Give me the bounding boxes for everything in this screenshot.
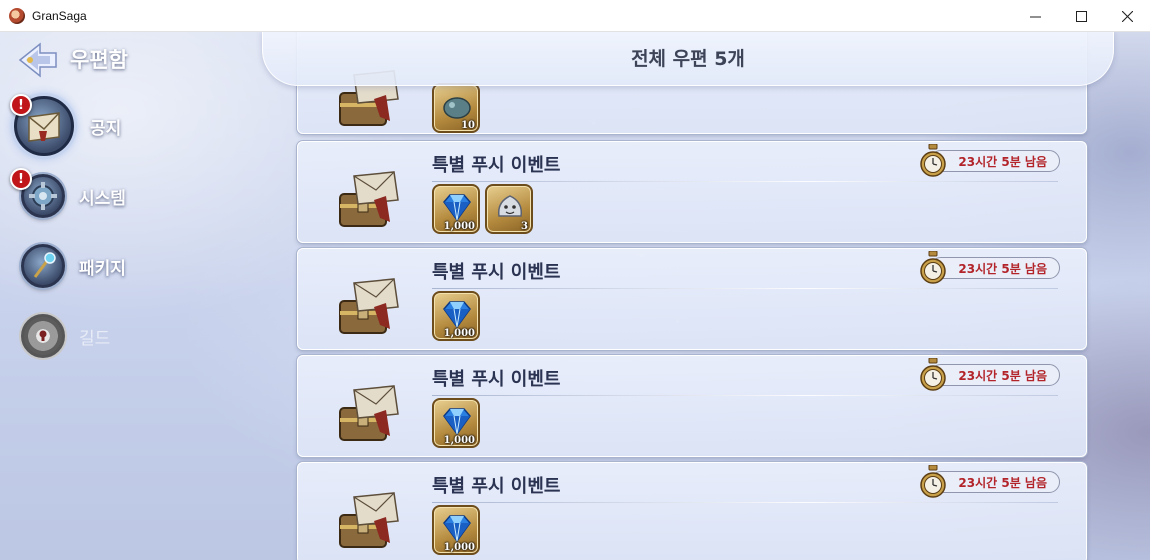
mailbox-screen: 우편함 전체 우편 5개 ! 공지 ! 시스템 패키지 길드 10 특별 푸시 …: [0, 32, 1150, 560]
blue-diamond-icon: [443, 194, 471, 222]
mail-card[interactable]: 특별 푸시 이벤트 1,000 23시간 5분 남음: [297, 462, 1087, 560]
item-count: 10: [461, 120, 475, 131]
mail-title: 특별 푸시 이벤트: [432, 155, 561, 176]
mech-gear-icon: [29, 182, 57, 210]
divider: [432, 288, 1058, 289]
reward-item[interactable]: 1,000: [432, 398, 480, 448]
mail-card[interactable]: 특별 푸시 이벤트 1,000 23시간 5분 남음: [297, 355, 1087, 457]
sidebar-item-label: 길드: [79, 328, 111, 349]
close-button[interactable]: [1104, 0, 1150, 32]
reward-items: 1,000: [432, 505, 480, 555]
keyhole-icon: [39, 330, 47, 341]
reward-items: 1,000: [432, 398, 480, 448]
mail-count-title: 전체 우편 5개: [631, 48, 745, 70]
sidebar-item-guild[interactable]: 길드: [21, 314, 110, 358]
minimize-button[interactable]: [1012, 0, 1058, 32]
envelope-icon: [28, 112, 60, 142]
timer-text: 23시간 5분 남음: [958, 475, 1047, 490]
minimize-icon: [1029, 16, 1041, 17]
alert-badge: !: [10, 94, 32, 116]
blue-diamond-icon: [443, 408, 471, 436]
mail-card[interactable]: 특별 푸시 이벤트 1,000 3 23시간 5분 남음: [297, 141, 1087, 243]
reward-items: 1,000: [432, 291, 480, 341]
stopwatch-icon: [920, 144, 946, 177]
timer-text: 23시간 5분 남음: [958, 368, 1047, 383]
timer-text: 23시간 5분 남음: [958, 261, 1047, 276]
reward-item[interactable]: 1,000: [432, 291, 480, 341]
mail-card[interactable]: 특별 푸시 이벤트 1,000 23시간 5분 남음: [297, 248, 1087, 350]
staff-icon: [33, 252, 56, 278]
material-icon: [443, 97, 471, 119]
expiry-timer: 23시간 5분 남음: [920, 465, 1060, 498]
stopwatch-icon: [920, 251, 946, 284]
sidebar-item-system[interactable]: ! 시스템: [10, 168, 126, 218]
blue-diamond-icon: [443, 515, 471, 543]
stopwatch-icon: [920, 358, 946, 391]
package-icon: [21, 244, 65, 288]
lock-icon: [21, 314, 65, 358]
sidebar-item-label: 패키지: [79, 258, 126, 279]
app-icon: [9, 7, 25, 24]
expiry-timer: 23시간 5분 남음: [920, 251, 1060, 284]
expiry-timer: 23시간 5분 남음: [920, 358, 1060, 391]
item-count: 1,000: [443, 435, 475, 446]
mail-title: 특별 푸시 이벤트: [432, 262, 561, 283]
reward-item[interactable]: 1,000: [432, 505, 480, 555]
mail-chest-icon: [339, 385, 399, 441]
blue-diamond-icon: [443, 301, 471, 329]
divider: [432, 395, 1058, 396]
reward-item[interactable]: 1,000: [432, 184, 480, 234]
timer-text: 23시간 5분 남음: [958, 154, 1047, 169]
reward-item[interactable]: 3: [485, 184, 533, 234]
reward-items: 1,000 3: [432, 184, 533, 234]
window-titlebar: GranSaga: [0, 0, 1150, 32]
sidebar-item-package[interactable]: 패키지: [21, 244, 126, 288]
window-controls: [1012, 0, 1150, 32]
alert-badge: !: [10, 168, 32, 190]
close-icon: [1121, 10, 1133, 22]
stopwatch-icon: [920, 465, 946, 498]
window-title: GranSaga: [32, 8, 87, 23]
maximize-icon: [1075, 10, 1087, 22]
mail-title: 특별 푸시 이벤트: [432, 369, 561, 390]
reward-items: 10: [432, 83, 480, 133]
mailbox-title: 우편함: [70, 48, 128, 72]
silver-slime-icon: [497, 195, 523, 217]
mail-chest-icon: [339, 278, 399, 334]
item-count: 1,000: [443, 542, 475, 553]
reward-item[interactable]: 10: [432, 83, 480, 133]
sidebar-item-label: 시스템: [79, 188, 126, 209]
back-arrow-icon[interactable]: [18, 42, 58, 78]
divider: [432, 181, 1058, 182]
divider: [432, 502, 1058, 503]
mail-chest-icon: [339, 171, 399, 227]
item-count: 1,000: [443, 328, 475, 339]
expiry-timer: 23시간 5분 남음: [920, 144, 1060, 177]
mail-count-header: 전체 우편 5개: [262, 32, 1114, 86]
mail-chest-icon: [339, 492, 399, 548]
mail-title: 특별 푸시 이벤트: [432, 476, 561, 497]
sidebar-item-label: 공지: [90, 118, 122, 139]
item-count: 1,000: [443, 221, 475, 232]
sidebar-item-notice[interactable]: ! 공지: [10, 94, 122, 156]
item-count: 3: [521, 221, 528, 232]
maximize-button[interactable]: [1058, 0, 1104, 32]
